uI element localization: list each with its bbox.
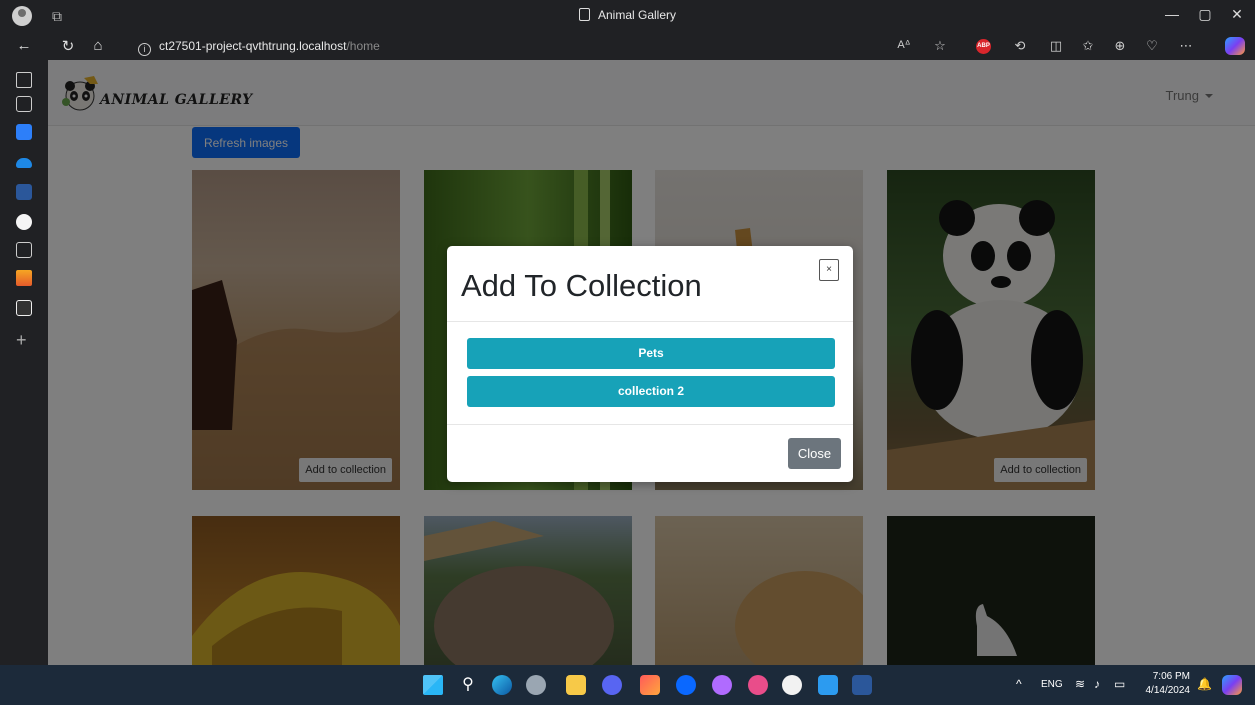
onedrive-tab-icon[interactable] — [16, 158, 32, 168]
site-info-icon[interactable]: i — [138, 43, 151, 56]
settings-gear-icon[interactable] — [526, 675, 546, 695]
url-path: /home — [346, 39, 380, 53]
photos-tab-icon[interactable] — [16, 124, 32, 140]
browser-title-bar: ⧉ Animal Gallery — ▢ ✕ — [0, 0, 1255, 32]
tab-page-icon — [578, 8, 590, 21]
tray-overflow-icon[interactable]: ^ — [1016, 677, 1022, 691]
app-tab-icon[interactable] — [16, 270, 32, 286]
browser-essentials-icon[interactable]: ♡ — [1142, 38, 1162, 54]
app-icon[interactable] — [640, 675, 660, 695]
notes-tab-icon[interactable] — [16, 242, 32, 258]
extension-icon[interactable]: ⟲ — [1010, 38, 1030, 54]
split-screen-icon[interactable]: ◫ — [1046, 38, 1066, 54]
add-tab-icon[interactable]: + — [16, 330, 27, 351]
volume-icon[interactable]: ♪ — [1094, 677, 1100, 691]
collections-icon[interactable]: ⊕ — [1110, 38, 1130, 54]
more-menu-icon[interactable]: ⋯ — [1176, 38, 1196, 54]
modal-header: Add To Collection × — [447, 246, 853, 322]
discord-app-icon[interactable] — [602, 675, 622, 695]
page-viewport: ANIMAL GALLERY Trung Refresh images Add … — [48, 60, 1255, 665]
start-button-icon[interactable] — [423, 675, 443, 695]
active-tab-icon[interactable] — [16, 300, 32, 316]
chat-app-icon[interactable] — [712, 675, 732, 695]
window-title: Animal Gallery — [0, 8, 1255, 22]
notification-bell-icon[interactable]: 🔔 — [1197, 677, 1212, 691]
messenger-app-icon[interactable] — [748, 675, 768, 695]
file-explorer-icon[interactable] — [566, 675, 586, 695]
close-window-button[interactable]: ✕ — [1222, 6, 1252, 23]
word-app-icon[interactable] — [852, 675, 872, 695]
windows-taskbar: ⚲ ^ ENG ≋ ♪ ▭ 7:06 PM 4/14/2024 🔔 — [0, 665, 1255, 705]
collection-button-collection-2[interactable]: collection 2 — [467, 376, 835, 407]
clock-time[interactable]: 7:06 PM — [1142, 671, 1190, 682]
modal-title: Add To Collection — [461, 268, 702, 303]
github-tab-icon[interactable] — [16, 214, 32, 230]
refresh-icon[interactable]: ↻ — [58, 37, 78, 55]
home-icon[interactable]: ⌂ — [88, 37, 108, 54]
favorite-star-icon[interactable]: ☆ — [930, 38, 950, 54]
address-toolbar: ← ↻ ⌂ i ct27501-project-qvthtrung.localho… — [0, 32, 1255, 60]
vscode-app-icon[interactable] — [818, 675, 838, 695]
collection-button-pets[interactable]: Pets — [467, 338, 835, 369]
app-icon-2[interactable] — [782, 675, 802, 695]
language-indicator[interactable]: ENG — [1041, 679, 1063, 690]
url-field[interactable]: i ct27501-project-qvthtrung.localhost/hom… — [128, 35, 958, 57]
copilot-icon[interactable] — [1225, 37, 1245, 55]
search-icon[interactable]: ⚲ — [458, 675, 478, 695]
zalo-app-icon[interactable] — [676, 675, 696, 695]
add-to-collection-modal: Add To Collection × Pets collection 2 Cl… — [447, 246, 853, 482]
back-icon[interactable]: ← — [14, 37, 34, 54]
battery-icon[interactable]: ▭ — [1114, 677, 1125, 691]
edge-app-icon[interactable] — [492, 675, 512, 695]
modal-close-x-button[interactable]: × — [819, 259, 839, 281]
word-tab-icon[interactable] — [16, 184, 32, 200]
wifi-icon[interactable]: ≋ — [1075, 677, 1085, 691]
modal-footer: Close — [447, 424, 853, 482]
clock-date[interactable]: 4/14/2024 — [1136, 685, 1191, 696]
url-host: ct27501-project-qvthtrung.localhost — [159, 39, 347, 53]
close-button[interactable]: Close — [788, 438, 841, 469]
adblock-extension-icon[interactable]: ABP — [976, 39, 991, 54]
favorites-icon[interactable]: ✩ — [1078, 38, 1098, 54]
read-aloud-icon[interactable]: Aᐞ — [894, 38, 914, 51]
browser-sidebar: + — [0, 60, 48, 665]
tab-actions-icon[interactable] — [16, 72, 32, 88]
copilot-taskbar-icon[interactable] — [1222, 675, 1242, 695]
maximize-button[interactable]: ▢ — [1190, 6, 1220, 23]
minimize-button[interactable]: — — [1157, 6, 1187, 22]
tab-page-icon[interactable] — [16, 96, 32, 112]
